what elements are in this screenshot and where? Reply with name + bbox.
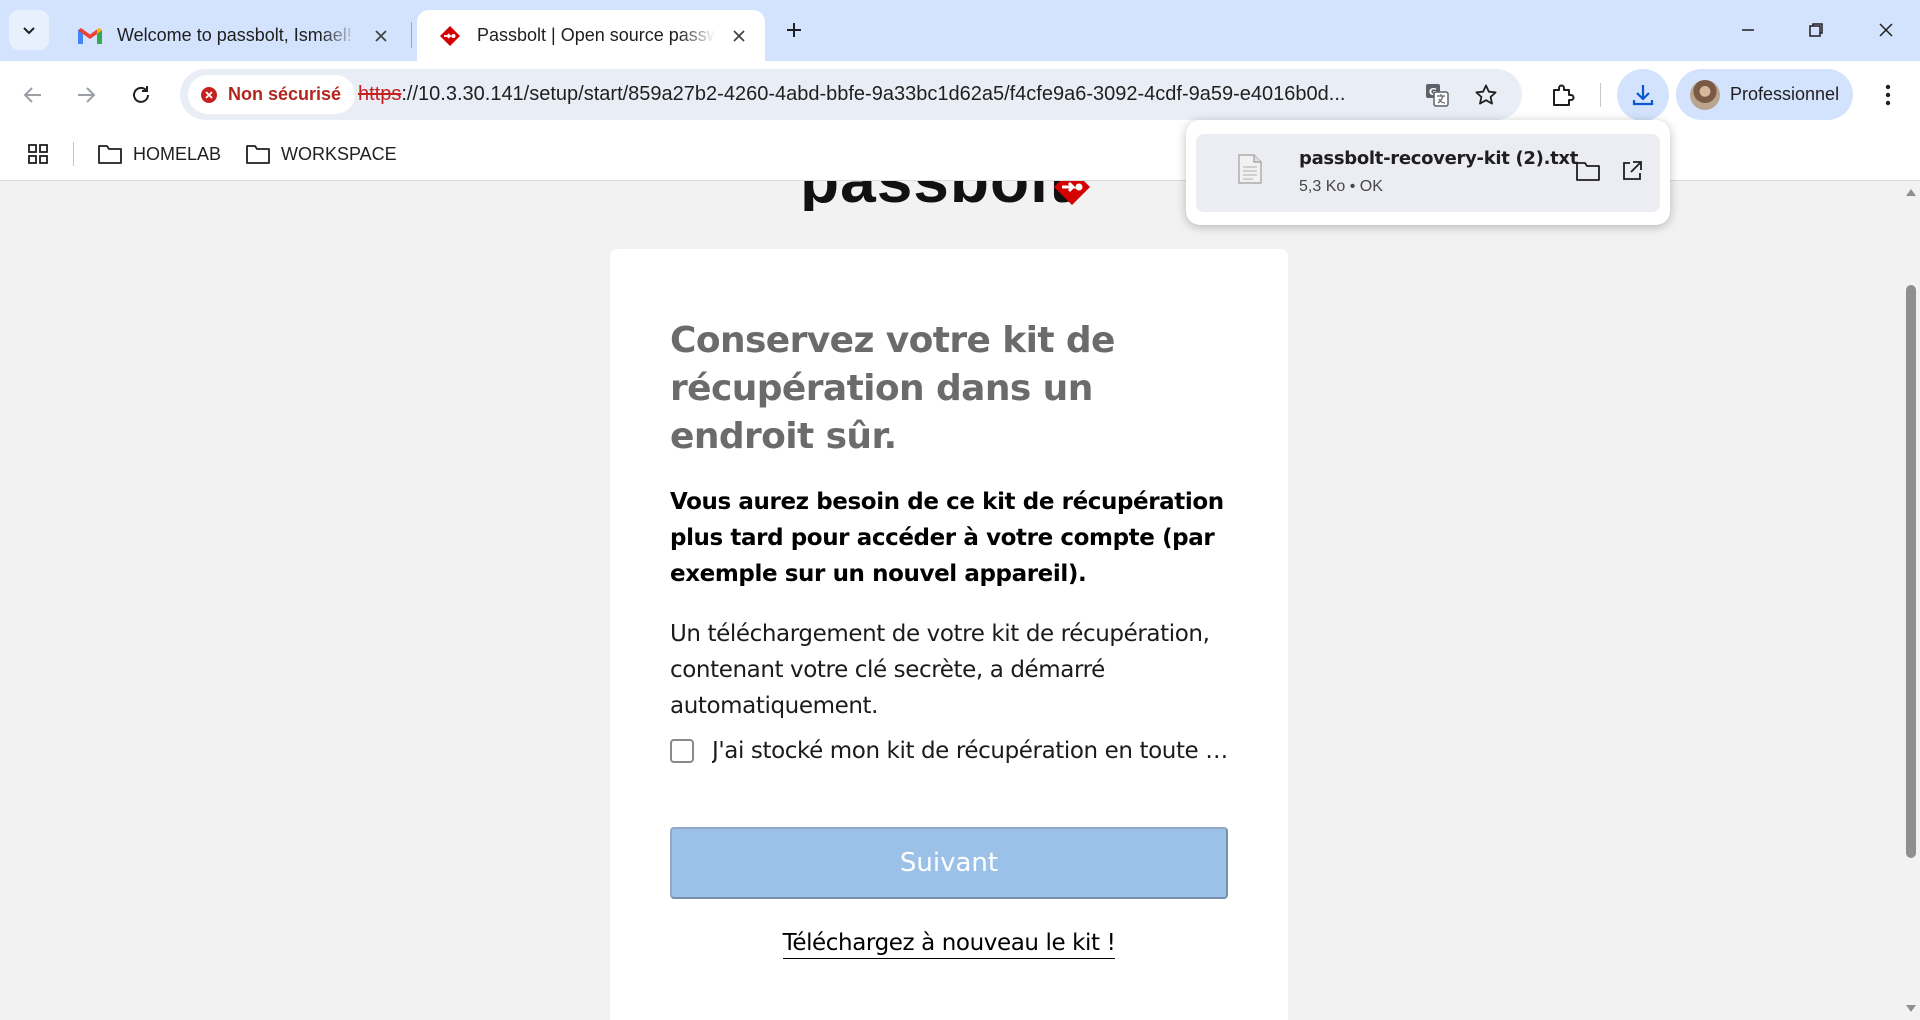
close-tab-icon[interactable]	[369, 24, 393, 48]
reload-button[interactable]	[121, 75, 161, 115]
forward-button[interactable]	[66, 75, 106, 115]
redownload-container: Téléchargez à nouveau le kit !	[610, 930, 1288, 959]
profile-label: Professionnel	[1730, 84, 1840, 104]
minimize-button[interactable]	[1714, 0, 1782, 60]
minimize-icon	[1742, 29, 1754, 31]
tab-separator	[411, 22, 412, 48]
download-icon	[1632, 85, 1654, 106]
browser-toolbar: Non sécurisé https://10.3.30.141/setup/s…	[0, 61, 1920, 128]
page-scrollbar[interactable]	[1902, 181, 1920, 1020]
arrow-right-icon	[78, 87, 96, 103]
address-bar[interactable]: Non sécurisé https://10.3.30.141/setup/s…	[180, 69, 1522, 120]
url-scheme: https	[358, 83, 402, 105]
plus-icon	[787, 23, 801, 37]
bookmark-label: WORKSPACE	[281, 143, 397, 164]
tab-search-button[interactable]	[9, 10, 49, 50]
page-viewport: passbolt Conservez votre kit de récupéra…	[0, 181, 1902, 1020]
arrow-left-icon	[23, 87, 41, 103]
apps-grid-icon	[28, 144, 48, 164]
back-button[interactable]	[13, 75, 53, 115]
browser-menu-button[interactable]	[1868, 75, 1908, 115]
site-security-chip[interactable]: Non sécurisé	[188, 75, 356, 114]
redownload-link[interactable]: Téléchargez à nouveau le kit !	[782, 930, 1116, 959]
tab-gmail[interactable]: Welcome to passbolt, Ismael! -	[57, 10, 407, 61]
confirm-stored-checkbox-row[interactable]: J'ai stocké mon kit de récupération en t…	[670, 733, 1230, 769]
scroll-up-arrow[interactable]	[1906, 189, 1916, 196]
tab-title: Welcome to passbolt, Ismael! -	[117, 25, 357, 45]
tab-passbolt[interactable]: Passbolt | Open source password manager	[417, 10, 765, 61]
tab-title: Passbolt | Open source password manager	[477, 25, 715, 45]
downloads-button[interactable]	[1617, 69, 1669, 121]
bookmark-separator	[73, 142, 74, 166]
url-text[interactable]: https://10.3.30.141/setup/start/859a27b2…	[358, 69, 1388, 120]
open-file-button[interactable]	[1614, 153, 1650, 189]
translate-button[interactable]: G	[1421, 79, 1453, 111]
restore-icon	[1809, 23, 1823, 37]
url-path: ://10.3.30.141/setup/start/859a27b2-4260…	[401, 83, 1346, 105]
close-icon	[1879, 23, 1893, 37]
show-in-folder-button[interactable]	[1570, 153, 1606, 189]
folder-icon	[246, 145, 270, 164]
page-title: Conservez votre kit de récupération dans…	[670, 320, 1115, 457]
passbolt-icon	[437, 24, 463, 48]
puzzle-icon	[1553, 84, 1575, 106]
bookmark-folder-homelab[interactable]: HOMELAB	[97, 137, 221, 171]
file-icon	[1238, 154, 1262, 184]
scrollbar-thumb[interactable]	[1906, 285, 1916, 858]
avatar	[1690, 79, 1720, 110]
star-icon	[1475, 84, 1497, 105]
download-filename: passbolt-recovery-kit (2).txt	[1299, 148, 1579, 169]
security-label: Non sécurisé	[228, 84, 342, 104]
setup-card: Conservez votre kit de récupération dans…	[610, 249, 1288, 1020]
scroll-down-arrow[interactable]	[1906, 1005, 1916, 1012]
next-button[interactable]: Suivant	[670, 827, 1228, 899]
folder-icon	[1576, 162, 1600, 181]
checkbox-label[interactable]: J'ai stocké mon kit de récupération en t…	[712, 738, 1230, 764]
lead-text: Vous aurez besoin de ce kit de récupérat…	[670, 489, 1224, 587]
passbolt-logo-icon	[1054, 181, 1090, 205]
chevron-down-icon	[23, 27, 35, 35]
confirm-stored-checkbox[interactable]	[670, 739, 694, 763]
info-text: Un téléchargement de votre kit de récupé…	[670, 621, 1210, 719]
close-window-button[interactable]	[1852, 0, 1920, 60]
folder-icon	[98, 145, 122, 164]
reload-icon	[133, 86, 149, 103]
gmail-icon	[77, 24, 103, 48]
apps-button[interactable]	[24, 140, 52, 168]
restore-button[interactable]	[1782, 0, 1850, 60]
close-tab-icon[interactable]	[727, 24, 751, 48]
logo-wordmark: passbolt	[800, 181, 1071, 211]
open-external-icon	[1623, 161, 1642, 180]
bookmark-folder-workspace[interactable]: WORKSPACE	[245, 137, 397, 171]
new-tab-button[interactable]	[776, 12, 812, 48]
download-item[interactable]: passbolt-recovery-kit (2).txt 5,3 Ko • O…	[1196, 134, 1660, 212]
profile-button[interactable]: Professionnel	[1676, 69, 1853, 120]
bookmark-star-button[interactable]	[1470, 79, 1502, 111]
translate-icon: G	[1426, 84, 1449, 107]
extensions-button[interactable]	[1543, 75, 1583, 115]
download-bubble: passbolt-recovery-kit (2).txt 5,3 Ko • O…	[1186, 120, 1670, 225]
toolbar-separator	[1600, 83, 1601, 107]
passbolt-logo: passbolt	[800, 181, 1100, 211]
bookmark-label: HOMELAB	[133, 143, 222, 164]
tab-strip: Welcome to passbolt, Ismael! - Passbolt …	[0, 0, 1920, 61]
download-status: 5,3 Ko • OK	[1299, 178, 1383, 195]
insecure-icon	[201, 86, 217, 103]
more-vert-icon	[1885, 84, 1891, 106]
